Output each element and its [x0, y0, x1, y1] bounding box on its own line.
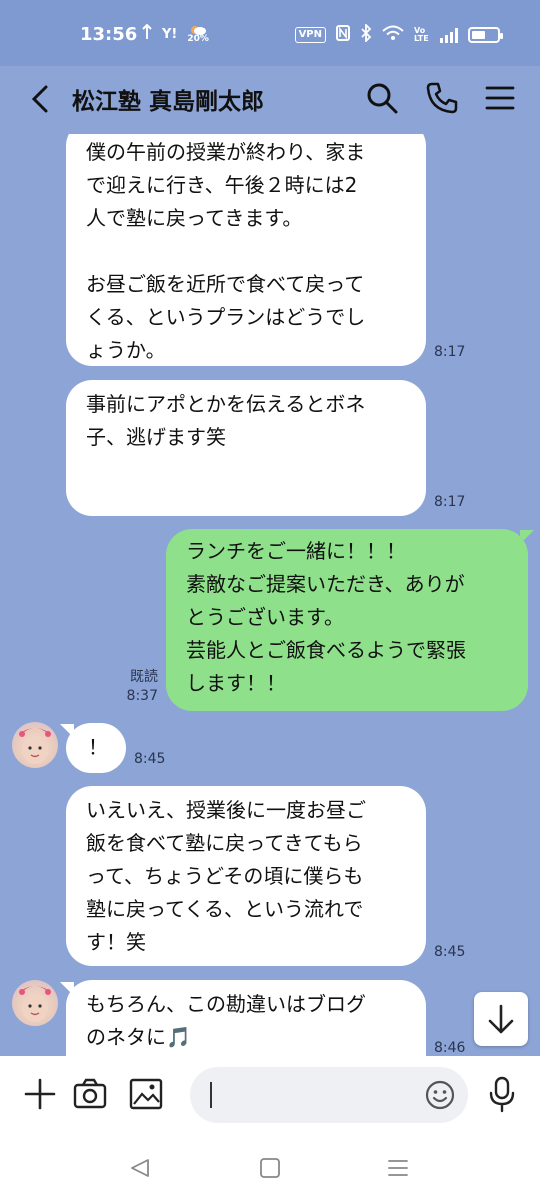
message-time: 8:37: [126, 688, 158, 704]
wifi-icon: [382, 25, 404, 44]
vpn-badge: VPN: [294, 26, 326, 43]
chat-area[interactable]: 僕の午前の授業が終わり、家ま で迎えに行き、午後２時には2 人で塾に戻ってきます…: [0, 134, 540, 1056]
input-bar: [0, 1056, 540, 1136]
avatar[interactable]: [12, 980, 58, 1026]
message-bubble[interactable]: いえいえ、授業後に一度お昼ご 飯を食べて塾に戻ってきてもら って、ちょうどその頃…: [66, 786, 426, 966]
message-time: 8:45: [134, 751, 166, 767]
bluetooth-icon: [360, 22, 372, 45]
chat-title: 松江塾 真島剛太郎: [72, 89, 265, 115]
chat-header: 松江塾 真島剛太郎: [0, 66, 540, 134]
battery-icon: [468, 26, 503, 43]
scroll-to-bottom-button[interactable]: [474, 992, 528, 1046]
message-bubble[interactable]: もちろん、この勘違いはブログ のネタに🎵: [66, 980, 426, 1056]
nfc-icon: [336, 25, 350, 44]
read-receipt: 既読 8:37: [112, 668, 158, 706]
weather-icon: 20%: [187, 25, 209, 44]
status-bar: 13:56 Y! 20% VPN Vo LTE: [0, 0, 540, 66]
message-bubble[interactable]: 事前にアポとかを伝えるとボネ 子、逃げます笑: [66, 380, 426, 516]
message-time: 8:17: [434, 344, 466, 360]
nav-recents-icon[interactable]: [386, 1156, 410, 1180]
status-right-icons: VPN Vo LTE: [294, 22, 503, 45]
nav-back-icon[interactable]: [128, 1156, 152, 1180]
weather-percent: 20%: [187, 33, 209, 44]
search-icon[interactable]: [364, 80, 400, 116]
arrow-down-icon: [488, 1004, 514, 1034]
menu-icon[interactable]: [482, 80, 518, 116]
camera-icon[interactable]: [70, 1074, 110, 1114]
nav-home-icon[interactable]: [258, 1156, 282, 1180]
read-label: 既読: [130, 669, 158, 685]
volte-label: Vo LTE: [414, 25, 429, 43]
message-bubble[interactable]: ！: [66, 723, 126, 773]
status-time: 13:56: [80, 24, 138, 45]
microphone-icon[interactable]: [482, 1074, 522, 1114]
emoji-icon[interactable]: [424, 1079, 456, 1115]
avatar[interactable]: [12, 722, 58, 768]
message-time: 8:45: [434, 944, 466, 960]
plus-icon[interactable]: [20, 1074, 60, 1114]
back-icon[interactable]: [26, 84, 56, 114]
yahoo-icon: Y!: [162, 26, 178, 42]
battery-fill: [472, 30, 486, 39]
system-nav-bar: [0, 1136, 540, 1200]
phone-icon[interactable]: [424, 80, 460, 116]
text-caret: [210, 1082, 212, 1108]
arrow-icon: [142, 23, 152, 44]
image-icon[interactable]: [126, 1074, 166, 1114]
message-input[interactable]: [190, 1067, 468, 1123]
signal-icon: [440, 27, 458, 43]
bubble-tail: [520, 530, 534, 544]
message-time: 8:17: [434, 494, 466, 510]
message-time: 8:46: [434, 1040, 466, 1056]
message-bubble[interactable]: 僕の午前の授業が終わり、家ま で迎えに行き、午後２時には2 人で塾に戻ってきます…: [66, 134, 426, 366]
message-bubble-outgoing[interactable]: ランチをご一緒に！！！ 素敵なご提案いただき、ありが とうございます。 芸能人と…: [166, 529, 528, 711]
status-left-icons: Y! 20%: [142, 23, 209, 44]
